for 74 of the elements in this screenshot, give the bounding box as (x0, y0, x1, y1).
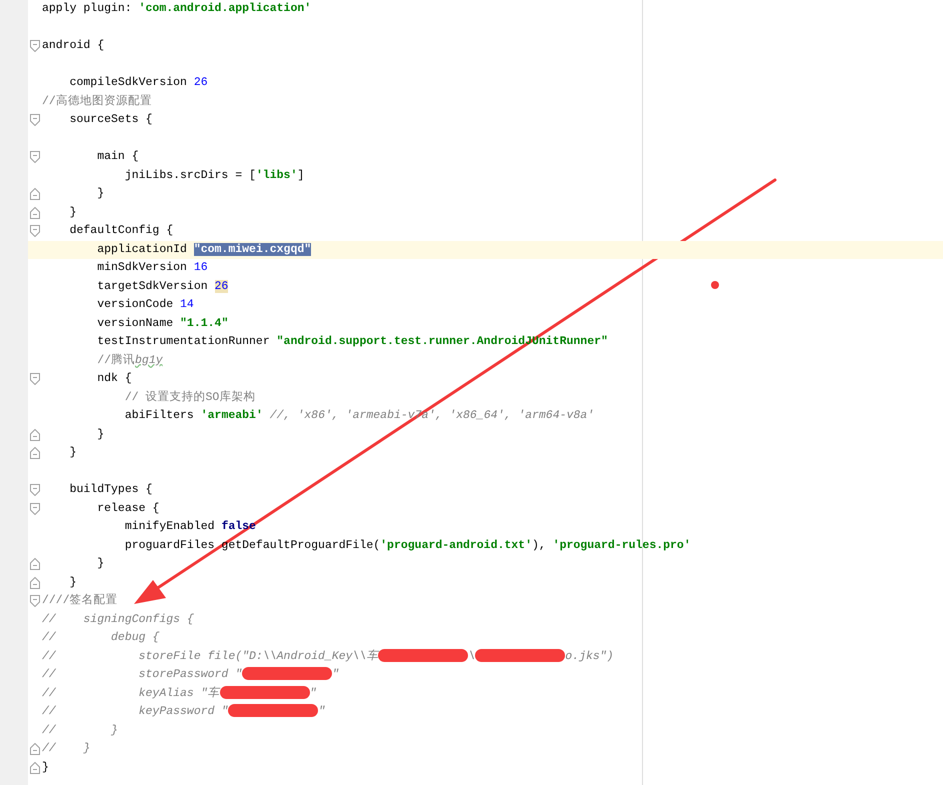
code-token: " (318, 705, 326, 718)
code-token: ] (297, 168, 304, 182)
code-token: targetSdkVersion (96, 280, 209, 292)
code-token: 26 (214, 280, 228, 292)
code-token: android { (42, 39, 104, 52)
code-token: } (42, 760, 49, 774)
code-token: main { (96, 150, 139, 163)
code-token: "com.miwei.cxgqd" (194, 242, 312, 256)
fold-marker-icon[interactable] (30, 447, 40, 460)
code-token: ndk { (96, 372, 132, 385)
code-token: // keyPassword " (42, 705, 228, 718)
code-token: versionName (96, 316, 174, 330)
code-token: //腾讯 (96, 354, 136, 366)
code-token: 'armeabi' (200, 409, 263, 422)
code-token: sourceSets { (68, 113, 152, 126)
code-token: \ (468, 650, 476, 662)
code-token: 16 (194, 261, 208, 274)
fold-marker-icon[interactable] (30, 576, 40, 589)
code-token: "1.1.4" (180, 316, 228, 330)
code-token: //高德地图资源配置 (42, 94, 152, 108)
code-token: } (96, 557, 104, 570)
code-token: // debug { (42, 631, 160, 644)
fold-marker-icon[interactable] (30, 595, 40, 608)
code-token: // } (42, 724, 118, 736)
code-token: // signingConfigs { (42, 612, 194, 626)
code-token: " (332, 668, 340, 681)
fold-marker-icon[interactable] (30, 40, 40, 52)
code-token: // keyAlias "车 (42, 686, 220, 700)
code-token: ////签名配置 (42, 594, 118, 607)
code-token: jniLibs.srcDirs = [ (124, 168, 256, 182)
code-token: 26 (194, 76, 208, 89)
code-token: buildTypes { (68, 483, 152, 496)
fold-marker-icon[interactable] (30, 428, 40, 441)
code-token: } (68, 206, 77, 218)
code-token: testInstrumentationRunner (96, 335, 271, 348)
code-token: applicationId (96, 242, 188, 256)
fold-marker-icon[interactable] (30, 373, 40, 386)
code-token: proguardFiles getDefaultProguardFile( (124, 538, 380, 552)
code-token: o.jks") (565, 650, 614, 662)
fold-marker-icon[interactable] (30, 206, 40, 219)
code-token: release { (96, 502, 160, 514)
fold-marker-icon[interactable] (30, 225, 40, 238)
code-token: 14 (180, 298, 194, 311)
code-token: 'proguard-android.txt' (380, 538, 532, 552)
code-token: // storePassword " (42, 668, 242, 681)
code-token: } (96, 187, 104, 200)
fold-marker-icon[interactable] (30, 762, 40, 774)
code-token: abiFilters (124, 409, 195, 422)
code-token: 'libs' (256, 168, 298, 182)
code-token: versionCode (96, 298, 174, 311)
code-token: compileSdkVersion (68, 76, 188, 89)
code-token: minifyEnabled (124, 520, 216, 533)
code-token: 'proguard-rules.pro' (552, 538, 691, 552)
code-token: } (68, 576, 77, 588)
code-token: apply plugin: (42, 2, 133, 15)
code-token: // } (42, 742, 90, 755)
code-token: // 设置支持的SO库架构 (124, 390, 256, 404)
fold-marker-icon[interactable] (30, 558, 40, 570)
code-token: } (68, 446, 77, 459)
code-token: bg1y (135, 354, 163, 366)
fold-marker-icon[interactable] (30, 151, 40, 164)
code-token: // storeFile file("D:\\Android_Key\\车 (42, 650, 378, 662)
fold-marker-icon[interactable] (30, 484, 40, 496)
code-token: defaultConfig { (68, 224, 174, 237)
fold-marker-icon[interactable] (30, 502, 40, 515)
fold-marker-icon[interactable] (30, 743, 40, 756)
code-token: 'com.android.application' (138, 2, 312, 15)
code-token: " (310, 686, 317, 700)
code-token: minSdkVersion (96, 261, 188, 274)
fold-marker-icon[interactable] (30, 114, 40, 126)
dot-mark (711, 281, 719, 289)
code-token: } (96, 428, 104, 440)
fold-marker-icon[interactable] (30, 188, 40, 200)
code-token: ), (532, 538, 547, 552)
